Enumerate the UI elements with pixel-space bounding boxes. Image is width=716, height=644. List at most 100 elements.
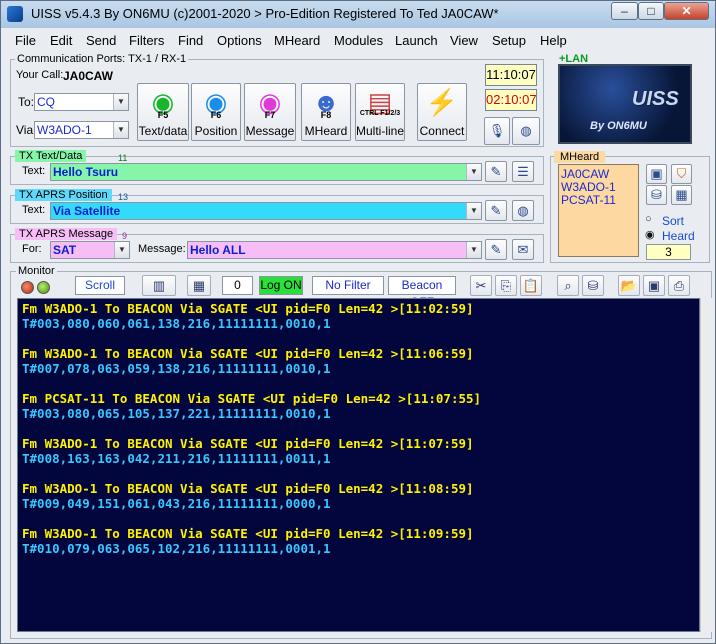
logo-name: UISS bbox=[632, 88, 679, 110]
chart-button[interactable]: ▥ bbox=[142, 275, 176, 296]
text-data-key: F5 bbox=[157, 110, 169, 120]
tx-message-for-dropdown-icon[interactable]: ▼ bbox=[114, 242, 129, 258]
menu-modules[interactable]: Modules bbox=[334, 33, 383, 48]
tx-text-dropdown-icon[interactable]: ▼ bbox=[466, 164, 481, 180]
mheard-db-button[interactable]: ⛁ bbox=[646, 185, 667, 205]
tx-position-input[interactable]: Via Satellite ▼ bbox=[50, 202, 482, 220]
packet-data: T#008,163,163,042,211,216,11111111,0011,… bbox=[22, 451, 331, 466]
monitor-output[interactable]: Fm W3ADO-1 To BEACON Via SGATE <UI pid=F… bbox=[17, 298, 700, 632]
to-combo[interactable]: CQ ▼ bbox=[34, 93, 129, 111]
menu-filters[interactable]: Filters bbox=[129, 33, 164, 48]
list-icon: ☰ bbox=[517, 164, 529, 179]
menu-view[interactable]: View bbox=[450, 33, 478, 48]
copy-button[interactable]: ⎘ bbox=[495, 275, 517, 296]
maximize-button[interactable]: □ bbox=[638, 2, 664, 20]
your-call-value: JA0CAW bbox=[63, 69, 114, 83]
beacon-toggle[interactable]: Beacon OFF bbox=[388, 276, 456, 309]
multi-line-caption: Multi-line bbox=[356, 124, 405, 138]
tx-message-edit-button[interactable]: ✎ bbox=[485, 239, 507, 260]
tx-text-edit-button[interactable]: ✎ bbox=[485, 161, 507, 182]
tx-message-input[interactable]: Hello ALL ▼ bbox=[187, 241, 482, 259]
menu-find[interactable]: Find bbox=[178, 33, 203, 48]
message-button[interactable]: ◉ F7 Message bbox=[244, 83, 296, 141]
logo-by: By ON6MU bbox=[590, 120, 647, 132]
tx-position-value: Via Satellite bbox=[53, 204, 121, 218]
menu-file[interactable]: File bbox=[15, 33, 36, 48]
satellite-dish-icon: ◍ bbox=[520, 123, 532, 138]
tx-message-text-label: Message: bbox=[138, 243, 186, 255]
mheard-list[interactable]: JA0CAW W3ADO-1 PCSAT-11 bbox=[558, 164, 639, 257]
menu-edit[interactable]: Edit bbox=[50, 33, 72, 48]
menu-send[interactable]: Send bbox=[86, 33, 116, 48]
print-icon: ⎙ bbox=[673, 278, 685, 293]
find-button[interactable]: ⌕ bbox=[557, 275, 579, 296]
mic-icon: 🎙 bbox=[488, 123, 506, 138]
sort-radio[interactable]: ○ bbox=[645, 213, 652, 225]
filter-toggle[interactable]: No Filter bbox=[312, 276, 384, 295]
mic-button[interactable]: 🎙 bbox=[484, 117, 510, 145]
app-icon bbox=[7, 6, 23, 22]
log-toggle[interactable]: Log ON bbox=[259, 276, 303, 295]
message-key: F7 bbox=[264, 110, 276, 120]
tx-text-list-button[interactable]: ☰ bbox=[512, 161, 534, 182]
open-button[interactable]: 📂 bbox=[618, 275, 640, 296]
heard-radio[interactable]: ◉ bbox=[645, 228, 655, 241]
modules-button[interactable]: ◍ bbox=[512, 117, 540, 145]
message-caption: Message bbox=[245, 124, 295, 138]
menu-mheard[interactable]: MHeard bbox=[274, 33, 320, 48]
cut-button[interactable]: ✂ bbox=[470, 275, 492, 296]
packet-header: Fm W3ADO-1 To BEACON Via SGATE <UI pid=F… bbox=[22, 346, 474, 361]
monitor-scrollbar[interactable] bbox=[700, 298, 714, 632]
tx-message-count: 9 bbox=[122, 231, 128, 241]
list-item[interactable]: PCSAT-11 bbox=[559, 194, 638, 207]
radio-off-icon: ○ bbox=[645, 213, 652, 225]
mheard-doc-button[interactable]: ▦ bbox=[671, 185, 692, 205]
comm-ports-label: Communication Ports: TX-1 / RX-1 bbox=[15, 53, 189, 65]
packet-header: Fm PCSAT-11 To BEACON Via SGATE <UI pid=… bbox=[22, 391, 482, 406]
list-item: Fm W3ADO-1 To BEACON Via SGATE <UI pid=F… bbox=[22, 436, 699, 466]
to-label: To: bbox=[18, 95, 35, 109]
multi-line-button[interactable]: ▤ CTRL F1/2/3 Multi-line bbox=[355, 83, 405, 141]
close-button[interactable]: ✕ bbox=[664, 2, 709, 20]
database-button[interactable]: ⛁ bbox=[582, 275, 604, 296]
save-button[interactable]: ▣ bbox=[643, 275, 665, 296]
menu-options[interactable]: Options bbox=[217, 33, 262, 48]
text-data-button[interactable]: ◉ F5 Text/data bbox=[137, 83, 189, 141]
text-data-caption: Text/data bbox=[138, 124, 188, 138]
scroll-toggle[interactable]: Scroll bbox=[75, 276, 125, 295]
mheard-key: F8 bbox=[320, 110, 332, 120]
via-combo[interactable]: W3ADO-1 ▼ bbox=[34, 121, 129, 139]
connect-button[interactable]: ⚡ Connect bbox=[417, 83, 467, 141]
mheard-map-button[interactable]: ⛉ bbox=[671, 164, 692, 184]
binoculars-icon: ⌕ bbox=[564, 278, 572, 293]
display-button[interactable]: ▦ bbox=[187, 275, 211, 296]
tx-message-envelope-button[interactable]: ✉ bbox=[512, 239, 534, 260]
print-button[interactable]: ⎙ bbox=[668, 275, 690, 296]
position-caption: Position bbox=[194, 124, 238, 138]
tx-message-dropdown-icon[interactable]: ▼ bbox=[466, 242, 481, 258]
menu-launch[interactable]: Launch bbox=[395, 33, 438, 48]
edit-icon: ✎ bbox=[490, 164, 502, 179]
tx-text-count: 11 bbox=[118, 153, 128, 163]
tx-message-for-input[interactable]: SAT ▼ bbox=[50, 241, 130, 259]
tx-position-globe-button[interactable]: ◍ bbox=[512, 200, 534, 221]
packet-data: T#010,079,063,065,102,216,11111111,0001,… bbox=[22, 541, 331, 556]
globe-icon: ◍ bbox=[517, 203, 529, 218]
mheard-button[interactable]: ☻ F8 MHeard bbox=[301, 83, 351, 141]
menu-help[interactable]: Help bbox=[540, 33, 567, 48]
tx-position-edit-button[interactable]: ✎ bbox=[485, 200, 507, 221]
save-icon: ▣ bbox=[647, 278, 661, 293]
packet-header: Fm W3ADO-1 To BEACON Via SGATE <UI pid=F… bbox=[22, 481, 474, 496]
paste-button[interactable]: 📋 bbox=[520, 275, 542, 296]
to-dropdown-icon[interactable]: ▼ bbox=[113, 94, 128, 110]
minimize-button[interactable]: – bbox=[611, 2, 638, 20]
tx-position-dropdown-icon[interactable]: ▼ bbox=[466, 203, 481, 219]
menu-setup[interactable]: Setup bbox=[492, 33, 526, 48]
tx-text-input[interactable]: Hello Tsuru ▼ bbox=[50, 163, 482, 181]
database-icon: ⛁ bbox=[587, 278, 599, 293]
mheard-save-button[interactable]: ▣ bbox=[646, 164, 667, 184]
via-dropdown-icon[interactable]: ▼ bbox=[113, 122, 128, 138]
app-window: UISS v5.4.3 By ON6MU (c)2001-2020 > Pro-… bbox=[0, 0, 716, 644]
position-button[interactable]: ◉ F6 Position bbox=[191, 83, 241, 141]
heard-label: Heard bbox=[662, 229, 695, 243]
